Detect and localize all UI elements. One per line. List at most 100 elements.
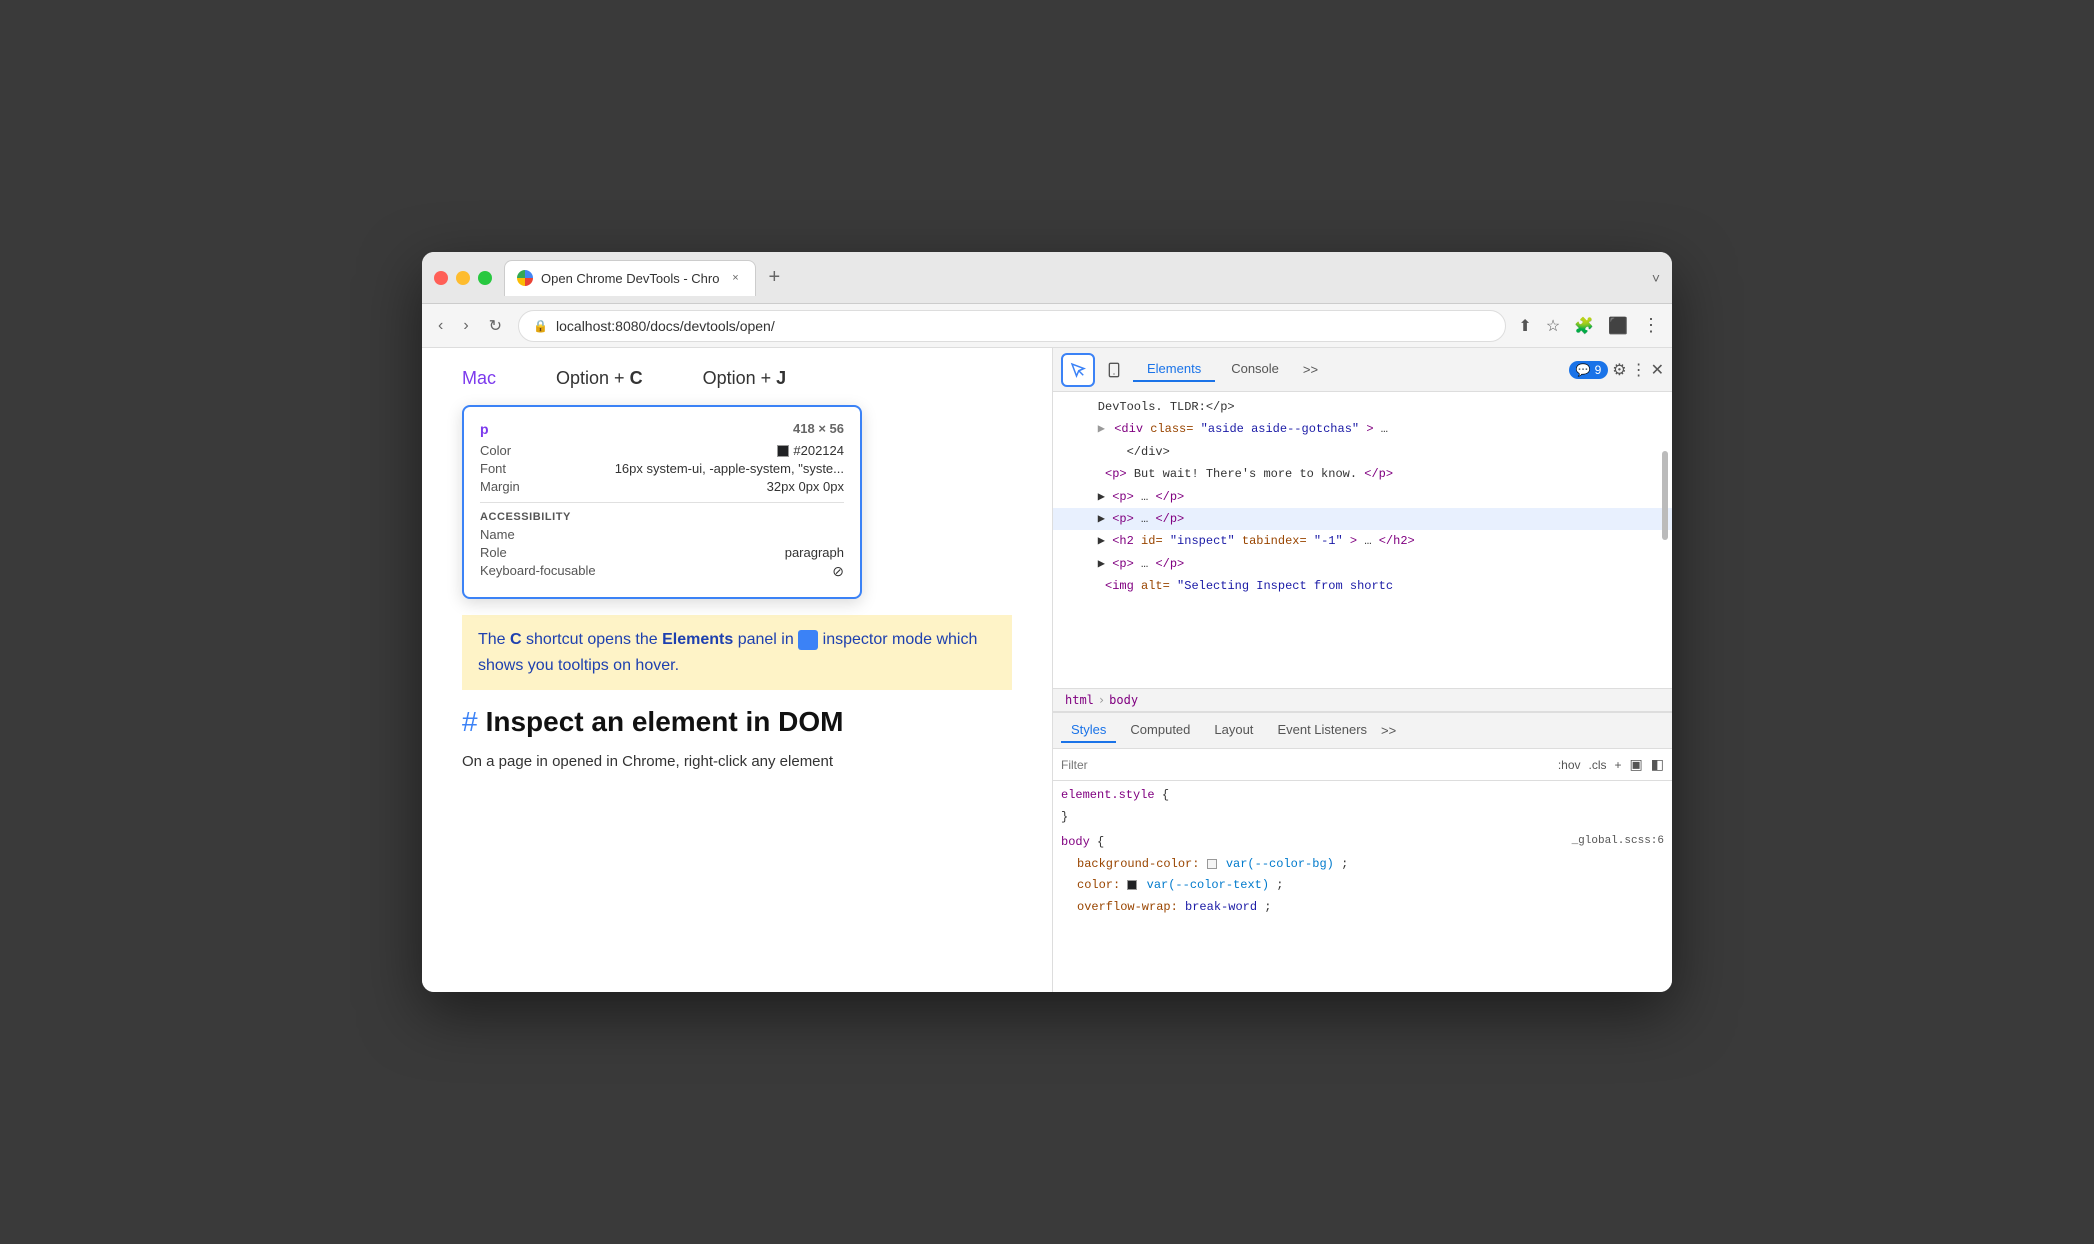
- devtools-toolbar: Elements Console >> 💬 9 ⚙ ⋮ ✕: [1053, 348, 1672, 392]
- dom-line: ▶ <p> … </p>: [1053, 553, 1672, 575]
- page-inner: Mac Option + C Option + J p 418 × 56 Col…: [422, 348, 1052, 794]
- url-bar[interactable]: 🔒 localhost:8080/docs/devtools/open/: [518, 310, 1506, 342]
- more-tabs-button[interactable]: >>: [1295, 358, 1326, 381]
- tooltip-overlay: p 418 × 56 Color #202124 Font: [462, 405, 1012, 599]
- dom-line-selected[interactable]: ▶ <p> … </p>: [1053, 508, 1672, 530]
- traffic-lights: [434, 271, 492, 285]
- url-text: localhost:8080/docs/devtools/open/: [556, 318, 775, 334]
- tooltip-divider: [480, 502, 844, 503]
- dom-line: ▶ <div class= "aside aside--gotchas" > …: [1053, 418, 1672, 440]
- maximize-button[interactable]: [478, 271, 492, 285]
- more-styles-tabs[interactable]: >>: [1381, 723, 1396, 738]
- shortcut-row: Mac Option + C Option + J: [462, 368, 1012, 389]
- css-bg-color-prop: background-color: var(--color-bg) ;: [1061, 854, 1664, 876]
- element-style-rule: element.style { }: [1061, 785, 1664, 828]
- dom-line: DevTools. TLDR:</p>: [1053, 396, 1672, 418]
- tooltip-font-row: Font 16px system-ui, -apple-system, "sys…: [480, 461, 844, 476]
- console-badge[interactable]: 💬 9: [1569, 361, 1609, 379]
- tooltip-font-value: 16px system-ui, -apple-system, "syste...: [615, 461, 844, 476]
- back-button[interactable]: ‹: [434, 313, 447, 339]
- tooltip-role-row: Role paragraph: [480, 545, 844, 560]
- address-bar: ‹ › ↻ 🔒 localhost:8080/docs/devtools/ope…: [422, 304, 1672, 348]
- bg-color-swatch: [1207, 859, 1217, 869]
- styles-filter-input[interactable]: [1061, 758, 1550, 772]
- css-color-prop: color: var(--color-text) ;: [1061, 875, 1664, 897]
- hov-button[interactable]: :hov: [1558, 758, 1581, 772]
- more-options-icon[interactable]: ⋮: [1631, 360, 1647, 380]
- css-body-selector-line: body { _global.scss:6: [1061, 832, 1664, 854]
- dom-line: ▶ <h2 id= "inspect" tabindex= "-1" > … <…: [1053, 530, 1672, 552]
- tooltip-tag-row: p 418 × 56: [480, 421, 844, 437]
- styles-content: element.style { } body { _global.scss:6: [1053, 781, 1672, 992]
- layout-tab[interactable]: Layout: [1204, 718, 1263, 743]
- tooltip-name-row: Name: [480, 527, 844, 542]
- dom-heading: # Inspect an element in DOM: [462, 706, 1012, 738]
- styles-tab[interactable]: Styles: [1061, 718, 1116, 743]
- console-tab[interactable]: Console: [1217, 357, 1293, 382]
- device-toolbar-button[interactable]: [1099, 355, 1129, 385]
- close-button[interactable]: [434, 271, 448, 285]
- shortcut-c: Option + C: [556, 368, 643, 389]
- inspector-mode-icon: [798, 630, 818, 650]
- tooltip-margin-row: Margin 32px 0px 0px: [480, 479, 844, 494]
- dom-line: ▶ <p> … </p>: [1053, 486, 1672, 508]
- menu-icon[interactable]: ⋮: [1642, 315, 1660, 336]
- styles-panel: Styles Computed Layout Event Listeners >…: [1053, 712, 1672, 992]
- tooltip-keyboard-value: ⊘: [832, 563, 844, 580]
- badge-count: 9: [1595, 363, 1602, 377]
- css-selector-line: element.style {: [1061, 785, 1664, 807]
- browser-window: Open Chrome DevTools - Chro × + ˅ ‹ › ↻ …: [422, 252, 1672, 992]
- tab-chevron-icon[interactable]: ˅: [1652, 270, 1660, 286]
- inspect-mode-button[interactable]: [1061, 353, 1095, 387]
- add-style-button[interactable]: +: [1615, 758, 1622, 772]
- element-tooltip: p 418 × 56 Color #202124 Font: [462, 405, 862, 599]
- title-bar: Open Chrome DevTools - Chro × + ˅: [422, 252, 1672, 304]
- layout-icon[interactable]: ▣: [1630, 756, 1643, 773]
- tooltip-color-label: Color: [480, 443, 511, 458]
- main-content: Mac Option + C Option + J p 418 × 56 Col…: [422, 348, 1672, 992]
- profile-icon[interactable]: ⬛: [1608, 316, 1628, 336]
- tooltip-color-value: #202124: [777, 443, 844, 458]
- share-icon[interactable]: ⬆: [1518, 316, 1531, 336]
- styles-tabs: Styles Computed Layout Event Listeners >…: [1053, 713, 1672, 749]
- dom-tree[interactable]: DevTools. TLDR:</p> ▶ <div class= "aside…: [1053, 392, 1672, 688]
- platform-label: Mac: [462, 368, 496, 389]
- tooltip-role-value: paragraph: [785, 545, 844, 560]
- css-overflow-prop: overflow-wrap: break-word ;: [1061, 897, 1664, 919]
- shortcut-j: Option + J: [703, 368, 787, 389]
- color-swatch: [1127, 880, 1137, 890]
- computed-tab[interactable]: Computed: [1120, 718, 1200, 743]
- css-close-brace: }: [1061, 807, 1664, 829]
- tab-close-button[interactable]: ×: [727, 270, 743, 286]
- device-icon: [1106, 362, 1122, 378]
- styles-filter-row: :hov .cls + ▣ ◧: [1053, 749, 1672, 781]
- cls-button[interactable]: .cls: [1589, 758, 1607, 772]
- tooltip-tag: p: [480, 421, 489, 437]
- tooltip-keyboard-label: Keyboard-focusable: [480, 563, 596, 580]
- dom-breadcrumb: html › body: [1053, 688, 1672, 712]
- bookmark-icon[interactable]: ☆: [1546, 316, 1560, 336]
- computed-layout-icon[interactable]: ◧: [1651, 756, 1664, 773]
- active-tab[interactable]: Open Chrome DevTools - Chro ×: [504, 260, 756, 296]
- elements-tab[interactable]: Elements: [1133, 357, 1215, 382]
- tooltip-size: 418 × 56: [793, 421, 844, 437]
- new-tab-button[interactable]: +: [760, 266, 788, 289]
- page-content: Mac Option + C Option + J p 418 × 56 Col…: [422, 348, 1052, 992]
- settings-icon[interactable]: ⚙: [1612, 360, 1626, 380]
- heading-hash: #: [462, 706, 478, 738]
- lock-icon: 🔒: [533, 319, 548, 333]
- devtools-panel: Elements Console >> 💬 9 ⚙ ⋮ ✕ DevTools. …: [1052, 348, 1672, 992]
- event-listeners-tab[interactable]: Event Listeners: [1267, 718, 1377, 743]
- tooltip-color-row: Color #202124: [480, 443, 844, 458]
- refresh-button[interactable]: ↻: [485, 312, 506, 340]
- tooltip-margin-value: 32px 0px 0px: [767, 479, 844, 494]
- close-devtools-button[interactable]: ✕: [1651, 360, 1664, 380]
- breadcrumb-body[interactable]: body: [1109, 693, 1138, 707]
- scrollbar-thumb[interactable]: [1662, 451, 1668, 540]
- extension-icon[interactable]: 🧩: [1574, 316, 1594, 336]
- forward-button[interactable]: ›: [459, 313, 472, 339]
- breadcrumb-html[interactable]: html: [1065, 693, 1094, 707]
- minimize-button[interactable]: [456, 271, 470, 285]
- highlight-box: The C shortcut opens the Elements panel …: [462, 615, 1012, 690]
- body-rule: body { _global.scss:6 background-color: …: [1061, 832, 1664, 918]
